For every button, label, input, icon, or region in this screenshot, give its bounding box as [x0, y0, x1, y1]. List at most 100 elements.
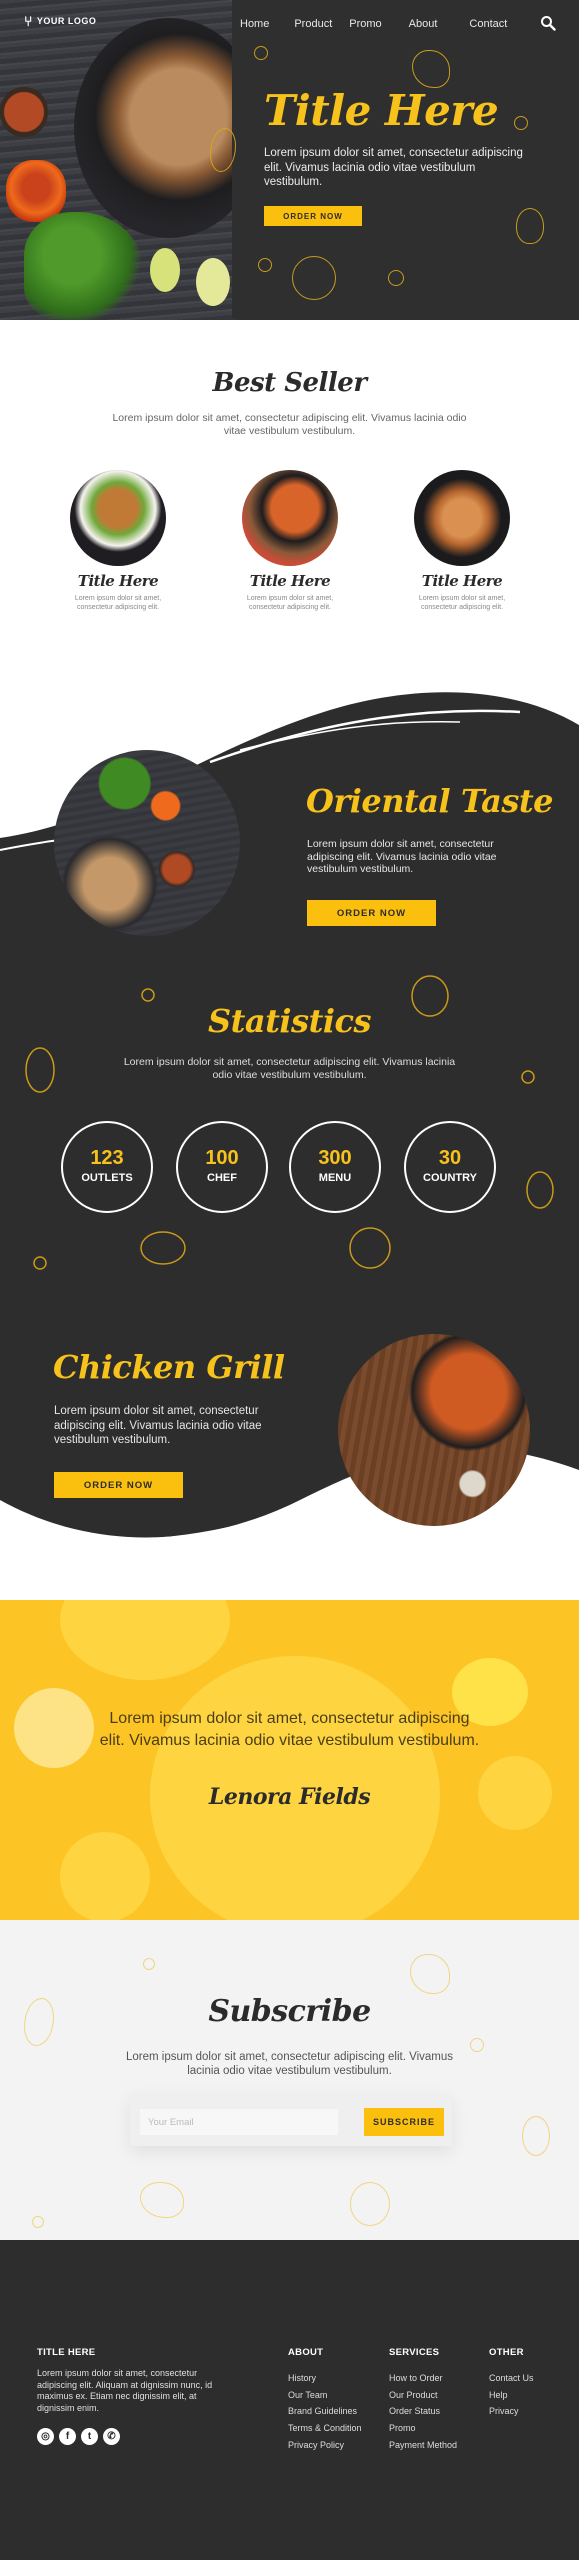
footer-link-privacy[interactable]: Privacy	[489, 2403, 534, 2420]
footer-column-title: OTHER	[489, 2347, 524, 2358]
search-icon[interactable]	[540, 15, 556, 31]
facebook-icon[interactable]: f	[59, 2428, 76, 2445]
hero-order-now-button[interactable]: ORDER NOW	[264, 206, 362, 226]
footer-link-order-status[interactable]: Order Status	[389, 2403, 457, 2420]
stat-value: 300	[318, 1147, 352, 1169]
testimonial-section: Lorem ipsum dolor sit amet, consectetur …	[0, 1600, 579, 1920]
nav-about[interactable]: About	[409, 18, 438, 30]
chicken-grill-image	[338, 1334, 530, 1526]
dish-text: Lorem ipsum dolor sit amet, consectetur …	[74, 595, 162, 611]
dish-text: Lorem ipsum dolor sit amet, consectetur …	[418, 595, 506, 611]
doodle-ring-icon	[470, 2038, 484, 2052]
oriental-order-now-button[interactable]: ORDER NOW	[307, 900, 436, 926]
lime-image	[150, 248, 180, 292]
doodle-tomato-icon	[292, 256, 336, 300]
whatsapp-icon[interactable]: ✆	[103, 2428, 120, 2445]
fork-spoon-icon: ⑂	[24, 13, 33, 29]
doodle-ring-icon	[32, 2216, 44, 2228]
footer-link-terms[interactable]: Terms & Condition	[288, 2420, 362, 2437]
best-seller-section: Best Seller Lorem ipsum dolor sit amet, …	[0, 320, 579, 650]
footer-column-services: SERVICES How to Order Our Product Order …	[389, 2347, 457, 2454]
background-bowl	[14, 1688, 94, 1768]
best-seller-item[interactable]: Title Here Lorem ipsum dolor sit amet, c…	[63, 470, 173, 612]
doodle-ring-icon	[514, 116, 528, 130]
doodle-pepper-icon	[140, 2182, 184, 2218]
nav-contact[interactable]: Contact	[469, 18, 507, 30]
doodle-pepper-icon	[410, 1954, 450, 1994]
subscribe-title: Subscribe	[208, 1994, 371, 2029]
dish-text: Lorem ipsum dolor sit amet, consectetur …	[246, 595, 334, 611]
hero-section: ⑂ YOUR LOGO Home Product Promo About Con…	[0, 0, 579, 320]
stat-value: 100	[205, 1147, 239, 1169]
chicken-grill-title: Chicken Grill	[53, 1348, 285, 1386]
stat-label: COUNTRY	[423, 1172, 477, 1184]
doodle-garlic-icon	[522, 2116, 550, 2156]
email-input[interactable]	[140, 2109, 338, 2135]
nav-product[interactable]: Product	[294, 18, 332, 30]
subscribe-form: SUBSCRIBE	[130, 2094, 452, 2146]
testimonial-quote: Lorem ipsum dolor sit amet, consectetur …	[99, 1710, 480, 1749]
footer-link-brand-guidelines[interactable]: Brand Guidelines	[288, 2403, 362, 2420]
stat-value: 30	[438, 1147, 462, 1169]
stat-menu: 300 MENU	[289, 1121, 381, 1213]
footer-link-how-to-order[interactable]: How to Order	[389, 2370, 457, 2387]
statistics-title: Statistics	[207, 1002, 372, 1040]
footer-column-title: SERVICES	[389, 2347, 440, 2358]
hero-title: Title Here	[264, 86, 499, 135]
footer: TITLE HERE Lorem ipsum dolor sit amet, c…	[0, 2240, 579, 2560]
footer-link-payment-method[interactable]: Payment Method	[389, 2437, 457, 2454]
nav-links: Home Product Promo About Contact	[240, 18, 507, 30]
footer-link-history[interactable]: History	[288, 2370, 362, 2387]
dish-title: Title Here	[249, 572, 331, 590]
doodle-leaf-icon	[210, 128, 236, 172]
stat-label: CHEF	[207, 1172, 237, 1184]
nav-home[interactable]: Home	[240, 18, 269, 30]
footer-text: Lorem ipsum dolor sit amet, consectetur …	[37, 2368, 213, 2413]
instagram-icon[interactable]: ◎	[37, 2428, 54, 2445]
twitter-icon[interactable]: t	[81, 2428, 98, 2445]
doodle-garlic-icon	[516, 208, 544, 244]
nav-promo[interactable]: Promo	[349, 18, 381, 30]
best-seller-item[interactable]: Title Here Lorem ipsum dolor sit amet, c…	[235, 470, 345, 612]
oriental-dish-image	[54, 750, 240, 936]
dish-image	[70, 470, 166, 566]
chicken-order-now-button[interactable]: ORDER NOW	[54, 1472, 183, 1498]
subscribe-text: Lorem ipsum dolor sit amet, consectetur …	[125, 2051, 454, 2077]
dish-title: Title Here	[421, 572, 503, 590]
footer-link-help[interactable]: Help	[489, 2387, 534, 2404]
stat-label: OUTLETS	[81, 1172, 133, 1184]
best-seller-title: Best Seller	[212, 368, 367, 398]
top-nav: ⑂ YOUR LOGO Home Product Promo About Con…	[0, 0, 579, 50]
doodle-pepper-icon	[412, 50, 450, 88]
footer-link-promo[interactable]: Promo	[389, 2420, 457, 2437]
stat-outlets: 123 OUTLETS	[61, 1121, 153, 1213]
stat-value: 123	[90, 1147, 124, 1169]
doodle-ring-icon	[143, 1958, 155, 1970]
best-seller-list: Title Here Lorem ipsum dolor sit amet, c…	[0, 470, 579, 620]
footer-link-contact-us[interactable]: Contact Us	[489, 2370, 534, 2387]
stat-chef: 100 CHEF	[176, 1121, 268, 1213]
footer-about: TITLE HERE Lorem ipsum dolor sit amet, c…	[37, 2347, 227, 2445]
dish-title: Title Here	[77, 572, 159, 590]
logo-text: YOUR LOGO	[36, 16, 97, 26]
hero-text: Lorem ipsum dolor sit amet, consectetur …	[264, 147, 523, 188]
lime-image	[196, 258, 230, 306]
logo[interactable]: ⑂ YOUR LOGO	[24, 14, 96, 28]
background-bowl	[60, 1600, 230, 1680]
footer-link-our-product[interactable]: Our Product	[389, 2387, 457, 2404]
footer-column-title: ABOUT	[288, 2347, 324, 2358]
herbs-image	[24, 212, 144, 320]
footer-link-our-team[interactable]: Our Team	[288, 2387, 362, 2404]
subscribe-button[interactable]: SUBSCRIBE	[364, 2108, 444, 2136]
footer-column-other: OTHER Contact Us Help Privacy	[489, 2347, 534, 2420]
chicken-grill-text: Lorem ipsum dolor sit amet, consectetur …	[54, 1405, 262, 1446]
features-section: Oriental Taste Lorem ipsum dolor sit ame…	[0, 650, 579, 1600]
best-seller-item[interactable]: Title Here Lorem ipsum dolor sit amet, c…	[407, 470, 517, 612]
social-links: ◎ f t ✆	[37, 2428, 227, 2445]
stat-country: 30 COUNTRY	[404, 1121, 496, 1213]
footer-title: TITLE HERE	[37, 2347, 96, 2358]
doodle-ring-icon	[258, 258, 272, 272]
doodle-ring-icon	[388, 270, 404, 286]
best-seller-text: Lorem ipsum dolor sit amet, consectetur …	[112, 412, 467, 437]
footer-link-privacy-policy[interactable]: Privacy Policy	[288, 2437, 362, 2454]
